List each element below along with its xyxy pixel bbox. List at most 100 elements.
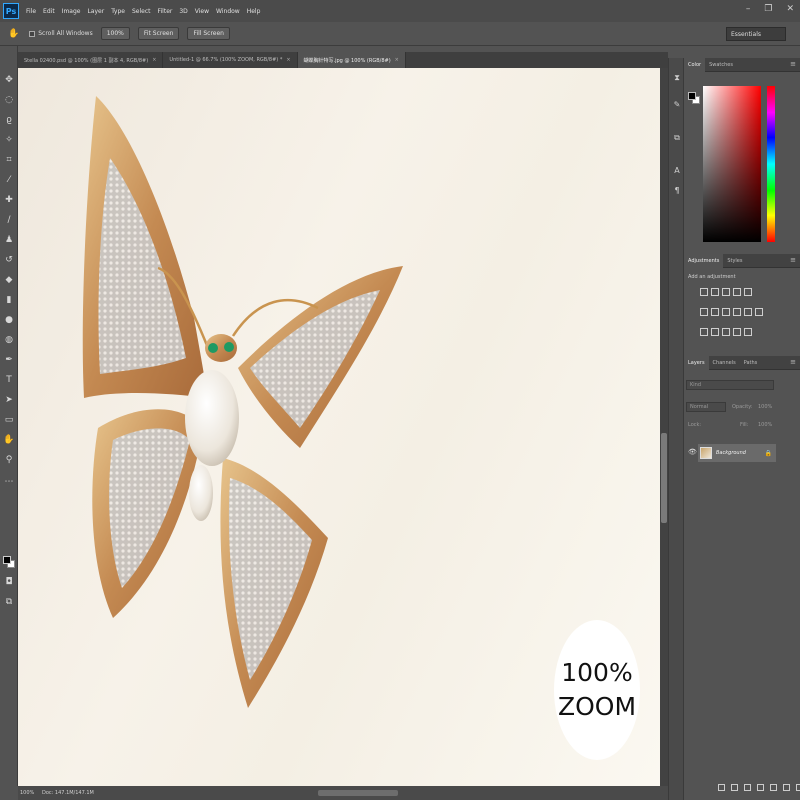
tab-paths[interactable]: Paths (740, 356, 762, 370)
color-balance-icon[interactable] (711, 308, 719, 316)
panel-menu-icon[interactable]: ≡ (790, 256, 796, 264)
new-layer-icon[interactable] (783, 784, 790, 791)
type-tool-icon[interactable]: T (3, 374, 15, 386)
tab-layers[interactable]: Layers (684, 355, 709, 370)
color-lookup-icon[interactable] (755, 308, 763, 316)
posterize-icon[interactable] (711, 328, 719, 336)
pen-tool-icon[interactable]: ✒ (3, 354, 15, 366)
panel-menu-icon[interactable]: ≡ (790, 60, 796, 68)
clone-source-icon[interactable]: ⧉ (671, 132, 683, 144)
horizontal-scroll-thumb[interactable] (318, 790, 398, 796)
close-icon[interactable]: ✕ (786, 4, 794, 14)
tab-adjustments[interactable]: Adjustments (684, 253, 724, 268)
status-doc-size[interactable]: Doc: 147.1M/147.1M (42, 790, 94, 796)
character-icon[interactable]: A (671, 164, 683, 176)
paragraph-icon[interactable]: ¶ (671, 184, 683, 196)
minimize-icon[interactable]: – (746, 4, 751, 14)
brush-settings-icon[interactable]: ✎ (671, 98, 683, 110)
history-icon[interactable]: ⧗ (671, 72, 683, 84)
blend-mode-select[interactable]: Normal (686, 402, 726, 412)
blur-tool-icon[interactable]: ● (3, 314, 15, 326)
menu-edit[interactable]: Edit (43, 8, 55, 15)
new-adjustment-icon[interactable] (757, 784, 764, 791)
menu-filter[interactable]: Filter (158, 8, 173, 15)
move-tool-icon[interactable]: ✥ (3, 74, 15, 86)
menu-window[interactable]: Window (216, 8, 240, 15)
exposure-icon[interactable] (733, 288, 741, 296)
menu-type[interactable]: Type (111, 8, 125, 15)
healing-brush-tool-icon[interactable]: ✚ (3, 194, 15, 206)
vertical-scroll-thumb[interactable] (661, 433, 667, 523)
more-tools-icon[interactable]: ⋯ (3, 476, 15, 488)
path-selection-tool-icon[interactable]: ➤ (3, 394, 15, 406)
levels-icon[interactable] (711, 288, 719, 296)
vibrance-icon[interactable] (744, 288, 752, 296)
eye-icon[interactable]: 👁 (688, 448, 697, 456)
channel-mixer-icon[interactable] (744, 308, 752, 316)
menu-image[interactable]: Image (62, 8, 81, 15)
document-tab-2[interactable]: Untitled-1 @ 66.7% (100% ZOOM, RGB/8#) *… (163, 52, 298, 68)
hand-tool-icon[interactable]: ✋ (3, 434, 15, 446)
gradient-tool-icon[interactable]: ▮ (3, 294, 15, 306)
selective-color-icon[interactable] (744, 328, 752, 336)
close-tab-icon[interactable]: × (395, 57, 399, 63)
document-canvas[interactable]: 100% ZOOM (18, 68, 660, 786)
zoom-100-button[interactable]: 100% (100, 27, 130, 40)
photo-filter-icon[interactable] (733, 308, 741, 316)
magic-wand-tool-icon[interactable]: ✧ (3, 134, 15, 146)
menu-help[interactable]: Help (247, 8, 261, 15)
tab-channels[interactable]: Channels (709, 356, 740, 370)
hue-saturation-icon[interactable] (700, 308, 708, 316)
menu-3d[interactable]: 3D (179, 8, 187, 15)
opacity-value[interactable]: 100% (758, 404, 772, 410)
hue-slider[interactable] (767, 86, 775, 242)
link-layers-icon[interactable] (718, 784, 725, 791)
layer-filter-kind[interactable]: Kind (686, 380, 774, 390)
black-white-icon[interactable] (722, 308, 730, 316)
menu-file[interactable]: File (26, 8, 36, 15)
screen-mode-icon[interactable]: ⧉ (3, 596, 15, 608)
add-mask-icon[interactable] (744, 784, 751, 791)
tab-swatches[interactable]: Swatches (705, 58, 737, 72)
workspace-select[interactable]: Essentials (726, 27, 786, 41)
fill-screen-button[interactable]: Fill Screen (187, 27, 230, 40)
invert-icon[interactable] (700, 328, 708, 336)
menu-view[interactable]: View (195, 8, 209, 15)
document-tab-1[interactable]: Stella 02400.psd @ 100% (图层 1 副本 4, RGB/… (18, 52, 164, 68)
brightness-icon[interactable] (700, 288, 708, 296)
hand-tool-icon[interactable]: ✋ (8, 29, 19, 39)
tab-styles[interactable]: Styles (723, 254, 746, 268)
dodge-tool-icon[interactable]: ◍ (3, 334, 15, 346)
document-tab-3[interactable]: 蝴蝶胸针特写.jpg @ 100% (RGB/8#) × (297, 52, 406, 68)
color-picker-field[interactable] (703, 86, 761, 242)
curves-icon[interactable] (722, 288, 730, 296)
new-group-icon[interactable] (770, 784, 777, 791)
menu-layer[interactable]: Layer (87, 8, 104, 15)
brush-tool-icon[interactable]: ∕ (3, 214, 15, 226)
add-style-icon[interactable] (731, 784, 738, 791)
scroll-all-windows-checkbox[interactable] (29, 30, 36, 37)
zoom-tool-icon[interactable]: ⚲ (3, 454, 15, 466)
eraser-tool-icon[interactable]: ◆ (3, 274, 15, 286)
panel-foreground-swatch[interactable] (688, 92, 696, 100)
close-tab-icon[interactable]: × (286, 57, 290, 63)
fill-value[interactable]: 100% (758, 422, 772, 428)
marquee-tool-icon[interactable]: ◌ (3, 94, 15, 106)
threshold-icon[interactable] (722, 328, 730, 336)
fit-screen-button[interactable]: Fit Screen (137, 27, 180, 40)
menu-select[interactable]: Select (132, 8, 151, 15)
restore-icon[interactable]: ❐ (764, 4, 772, 14)
rectangle-tool-icon[interactable]: ▭ (3, 414, 15, 426)
foreground-color-swatch[interactable] (3, 556, 11, 564)
clone-stamp-tool-icon[interactable]: ♟ (3, 234, 15, 246)
delete-layer-icon[interactable] (796, 784, 800, 791)
close-tab-icon[interactable]: × (152, 57, 156, 63)
quick-mask-icon[interactable]: ◘ (3, 576, 15, 588)
lasso-tool-icon[interactable]: ϱ (3, 114, 15, 126)
eyedropper-tool-icon[interactable]: ⁄ (3, 174, 15, 186)
vertical-scrollbar[interactable] (660, 68, 668, 786)
panel-menu-icon[interactable]: ≡ (790, 358, 796, 366)
history-brush-tool-icon[interactable]: ↺ (3, 254, 15, 266)
layer-row-background[interactable]: Background 🔒 (698, 444, 776, 462)
gradient-map-icon[interactable] (733, 328, 741, 336)
